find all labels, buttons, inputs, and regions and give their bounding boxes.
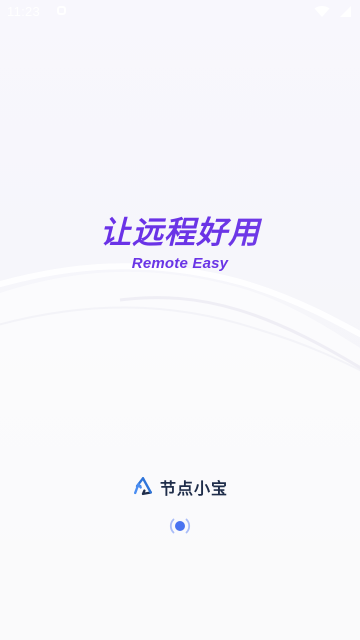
brand-logo-icon — [134, 477, 152, 496]
slogan-headline: 让远程好用 — [0, 211, 360, 255]
brand-name: 节点小宝 — [159, 479, 228, 498]
background-wave-graphic — [0, 263, 360, 640]
splash-screen: 11:23 让远程好用 Remote Easy 节点小宝 — [0, 0, 360, 640]
status-time: 11:23 — [7, 4, 41, 19]
wifi-icon — [314, 6, 330, 18]
notification-icon — [57, 6, 66, 15]
slogan-subline: Remote Easy — [131, 255, 229, 272]
status-bar: 11:23 — [0, 0, 360, 24]
brand-lockup: 节点小宝 — [0, 474, 360, 500]
loading-spinner-icon — [169, 518, 191, 534]
signal-icon — [340, 6, 351, 17]
